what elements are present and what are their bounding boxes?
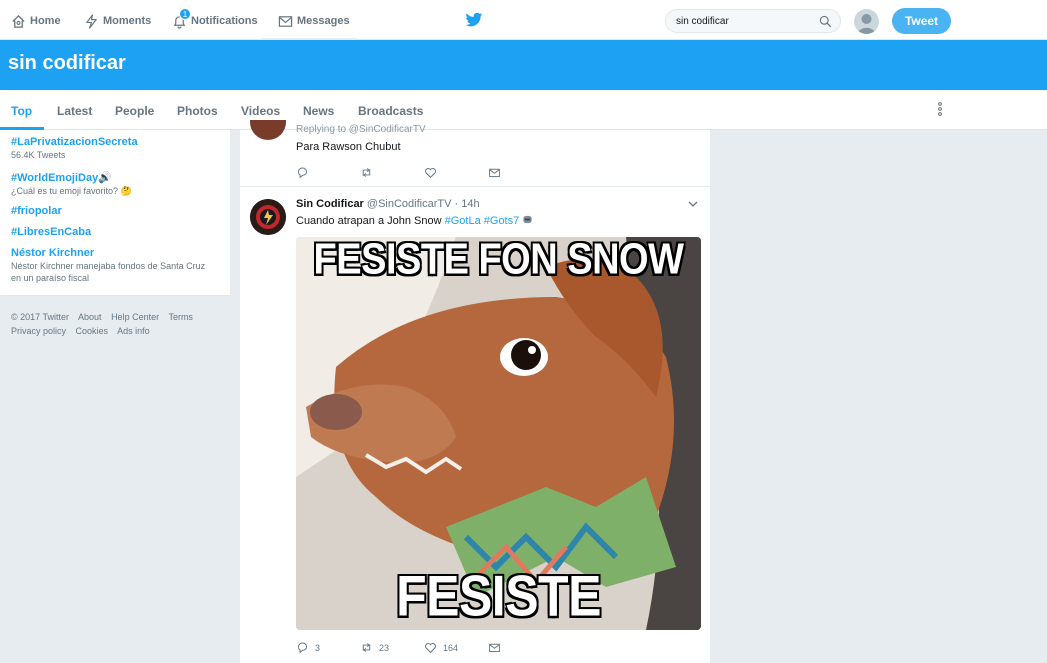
tweet-card[interactable]: Sin Codificar @SinCodificarTV · 14h Cuan… xyxy=(240,188,710,663)
tweet-actions: 3 23 164 xyxy=(296,641,552,654)
search-title: sin codificar xyxy=(8,52,126,74)
user-avatar[interactable] xyxy=(854,9,879,34)
top-navigation-bar: Home Moments Notifications 1 Messages Tw… xyxy=(0,0,1047,40)
notification-count-badge: 1 xyxy=(179,8,191,20)
tab-broadcasts[interactable]: Broadcasts xyxy=(358,104,423,118)
tab-people[interactable]: People xyxy=(115,104,154,118)
trend-name[interactable]: #LaPrivatizacionSecreta xyxy=(11,136,216,148)
footer-terms-link[interactable]: Terms xyxy=(168,312,193,322)
envelope-icon xyxy=(489,643,500,653)
nav-home[interactable]: Home xyxy=(11,11,61,31)
tweet-author-handle[interactable]: @SinCodificarTV xyxy=(367,198,452,210)
meme-caption-top: FESISTE FON SNOW xyxy=(313,237,684,285)
tab-videos[interactable]: Videos xyxy=(241,104,280,118)
trend-name[interactable]: #WorldEmojiDay🔊 xyxy=(11,171,216,184)
tab-news[interactable]: News xyxy=(303,104,334,118)
chevron-down-icon[interactable] xyxy=(688,200,698,208)
tweet-header: Sin Codificar @SinCodificarTV · 14h xyxy=(296,198,480,210)
search-tabs: Top Latest People Photos Videos News Bro… xyxy=(0,90,1047,130)
nav-messages[interactable]: Messages xyxy=(278,11,350,31)
footer-ads-link[interactable]: Ads info xyxy=(117,326,150,336)
trend-subtitle: 56.4K Tweets xyxy=(11,150,66,160)
search-header: sin codificar xyxy=(0,40,1047,90)
hashtag-link[interactable]: #GotLa xyxy=(445,215,481,227)
tweet-author-name[interactable]: Sin Codificar xyxy=(296,198,364,210)
tweet-text: Cuando atrapan a John Snow #GotLa #Gots7 xyxy=(296,214,533,227)
trend-name[interactable]: #friopolar xyxy=(11,205,62,217)
footer-copyright: © 2017 Twitter xyxy=(11,312,69,322)
tab-photos[interactable]: Photos xyxy=(177,104,218,118)
envelope-icon xyxy=(489,168,500,178)
avatar[interactable] xyxy=(250,199,286,235)
replying-to: Replying to @SinCodificarTV xyxy=(296,124,426,135)
retweet-button[interactable] xyxy=(360,166,424,179)
search-input[interactable] xyxy=(676,14,816,29)
twitter-bird-icon[interactable] xyxy=(465,12,483,28)
home-icon xyxy=(12,14,25,28)
tweet-card[interactable]: Replying to @SinCodificarTV Para Rawson … xyxy=(240,120,710,187)
tweet-text: Para Rawson Chubut xyxy=(296,141,401,153)
reply-icon xyxy=(297,167,308,179)
reply-button[interactable] xyxy=(296,166,360,179)
heart-icon xyxy=(425,643,436,654)
sin-codificar-logo-icon xyxy=(250,199,286,235)
tab-latest[interactable]: Latest xyxy=(57,104,92,118)
tweet-button[interactable]: Tweet xyxy=(892,8,951,34)
meme-caption-bottom: FESISTE xyxy=(396,563,601,629)
trend-item[interactable]: #LaPrivatizacionSecreta 56.4K Tweets xyxy=(11,136,216,161)
heart-icon xyxy=(425,168,436,179)
reply-button[interactable]: 3 xyxy=(296,641,360,654)
tweet-actions xyxy=(296,166,552,179)
tab-top[interactable]: Top xyxy=(11,104,32,118)
direct-message-button[interactable] xyxy=(488,641,552,654)
retweet-icon xyxy=(362,168,371,177)
search-box[interactable] xyxy=(665,9,841,33)
trend-item[interactable]: Néstor Kirchner Néstor Kirchner manejaba… xyxy=(11,247,216,284)
like-button[interactable] xyxy=(424,166,488,179)
footer-help-link[interactable]: Help Center xyxy=(111,312,159,322)
nav-home-label: Home xyxy=(30,15,61,27)
avatar[interactable] xyxy=(250,120,286,140)
more-options-icon[interactable] xyxy=(935,102,945,116)
like-button[interactable]: 164 xyxy=(424,641,488,654)
retweet-button[interactable]: 23 xyxy=(360,641,424,654)
trend-subtitle: ¿Cuál es tu emoji favorito? 🤔 xyxy=(11,186,132,196)
retweet-count: 23 xyxy=(379,642,390,653)
envelope-icon xyxy=(278,15,293,27)
trend-name[interactable]: Néstor Kirchner xyxy=(11,247,216,259)
tweet-image[interactable]: FESISTE FON SNOW FESISTE xyxy=(296,237,701,630)
tweet-text-body: Cuando atrapan a John Snow xyxy=(296,215,445,227)
retweet-icon xyxy=(362,643,371,652)
nav-messages-label: Messages xyxy=(297,15,350,27)
tweet-timestamp[interactable]: · 14h xyxy=(455,198,480,210)
footer-about-link[interactable]: About xyxy=(78,312,102,322)
trends-panel: #LaPrivatizacionSecreta 56.4K Tweets #Wo… xyxy=(0,130,230,296)
helmet-emoji-icon xyxy=(523,215,532,224)
trend-item[interactable]: #WorldEmojiDay🔊 ¿Cuál es tu emoji favori… xyxy=(11,171,216,197)
trend-subtitle: Néstor Kirchner manejaba fondos de Santa… xyxy=(11,261,206,283)
hashtag-link[interactable]: #Gots7 xyxy=(484,215,519,227)
nav-notifications-label: Notifications xyxy=(191,15,258,27)
reply-count: 3 xyxy=(315,642,321,653)
trend-item[interactable]: #friopolar xyxy=(11,205,62,217)
like-count: 164 xyxy=(443,642,459,653)
nav-moments-label: Moments xyxy=(103,15,152,27)
user-silhouette-icon xyxy=(857,14,876,34)
footer-cookies-link[interactable]: Cookies xyxy=(76,326,109,336)
footer-links: © 2017 Twitter About Help Center Terms P… xyxy=(11,310,226,338)
lightning-icon xyxy=(86,13,97,29)
search-icon[interactable] xyxy=(819,15,832,28)
reply-icon xyxy=(297,642,308,654)
nav-moments[interactable]: Moments xyxy=(84,11,151,31)
timeline: Replying to @SinCodificarTV Para Rawson … xyxy=(240,120,710,663)
footer-privacy-link[interactable]: Privacy policy xyxy=(11,326,66,336)
trend-name[interactable]: #LibresEnCaba xyxy=(11,226,91,238)
direct-message-button[interactable] xyxy=(488,166,552,179)
trend-item[interactable]: #LibresEnCaba xyxy=(11,226,91,238)
